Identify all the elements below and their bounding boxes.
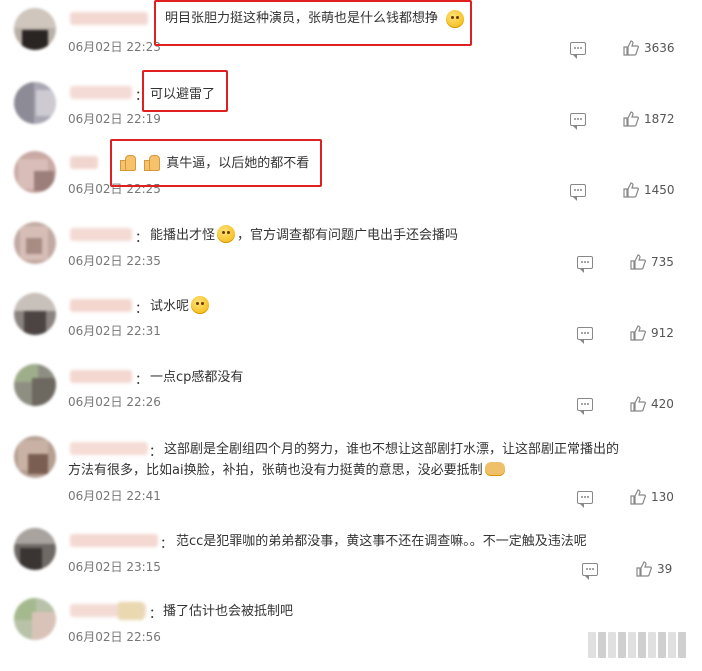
comment-time: 06月02日 23:15	[68, 560, 161, 574]
like-count: 3636	[644, 41, 675, 55]
avatar[interactable]	[14, 436, 56, 478]
comment-time: 06月02日 22:19	[68, 112, 161, 126]
like-count: 912	[651, 326, 674, 340]
like-count: 39	[657, 562, 673, 576]
comment-time: 06月02日 22:23	[68, 40, 161, 54]
highlight-box	[142, 70, 228, 112]
thumbs-up-icon[interactable]	[630, 489, 646, 505]
username[interactable]	[70, 12, 148, 25]
thumbs-up-icon[interactable]	[623, 182, 639, 198]
thumbs-up-icon[interactable]	[630, 325, 646, 341]
comment-text-content: 能播出才怪	[150, 228, 216, 243]
highlight-box	[154, 0, 472, 46]
like-count: 1872	[644, 112, 675, 126]
avatar[interactable]	[14, 528, 56, 570]
username[interactable]	[70, 86, 132, 99]
reply-icon[interactable]	[582, 563, 598, 580]
comment-text: 这部剧是全剧组四个月的努力，谁也不想让这部剧打水漂，让这部剧正常播出的方法有很多…	[68, 439, 628, 481]
thumbs-up-icon[interactable]	[630, 396, 646, 412]
watermark-bar	[588, 632, 686, 658]
highlight-box	[110, 139, 322, 187]
username[interactable]	[70, 299, 132, 312]
thumbs-up-icon[interactable]	[636, 561, 652, 577]
comment-text-content-2: ，官方调查都有问题广电出手还会播吗	[237, 228, 459, 243]
avatar[interactable]	[14, 293, 56, 335]
comment-text-content: 试水呢	[150, 299, 190, 314]
comment-text: 能播出才怪 ，官方调查都有问题广电出手还会播吗	[150, 225, 458, 246]
avatar[interactable]	[14, 364, 56, 406]
reply-icon[interactable]	[577, 491, 593, 508]
colon: ：	[135, 373, 149, 388]
reply-icon[interactable]	[570, 113, 586, 130]
handshake-emoji-icon	[484, 462, 505, 476]
yum-emoji-icon	[217, 225, 236, 243]
like-count: 1450	[644, 183, 675, 197]
comment-text-content: 这部剧是全剧组四个月的努力，谁也不想让这部剧打水漂，让这部剧正常播出的方法有很多…	[68, 442, 620, 478]
like-count: 735	[651, 255, 674, 269]
username[interactable]	[70, 534, 158, 547]
comment-text: 试水呢	[150, 296, 211, 317]
like-count: 420	[651, 397, 674, 411]
comment-text: 一点cp感都没有	[150, 370, 244, 385]
sweat-smile-emoji-icon	[191, 296, 210, 314]
comment-time: 06月02日 22:35	[68, 254, 161, 268]
like-count: 130	[651, 490, 674, 504]
reply-icon[interactable]	[570, 42, 586, 59]
reply-icon[interactable]	[577, 256, 593, 273]
comment-time: 06月02日 22:26	[68, 395, 161, 409]
avatar[interactable]	[14, 82, 56, 124]
thumbs-up-icon[interactable]	[623, 111, 639, 127]
comment-time: 06月02日 22:41	[68, 489, 161, 503]
colon: ：	[149, 607, 163, 622]
thumbs-up-icon[interactable]	[630, 254, 646, 270]
colon: ：	[135, 231, 149, 246]
avatar[interactable]	[14, 222, 56, 264]
username[interactable]	[70, 228, 132, 241]
comment-text: 播了估计也会被抵制吧	[163, 604, 294, 619]
avatar[interactable]	[14, 598, 56, 640]
thumbs-up-icon[interactable]	[623, 40, 639, 56]
username[interactable]	[70, 370, 132, 383]
comment-text: 范cc是犯罪咖的弟弟都没事，黄这事不还在调查嘛。。不一定触及违法呢	[176, 534, 587, 549]
comment-time: 06月02日 22:56	[68, 630, 161, 644]
avatar[interactable]	[14, 8, 56, 50]
reply-icon[interactable]	[577, 327, 593, 344]
comment-time: 06月02日 22:31	[68, 324, 161, 338]
reply-icon[interactable]	[577, 398, 593, 415]
colon: ：	[135, 302, 149, 317]
colon: ：	[160, 537, 174, 552]
avatar[interactable]	[14, 151, 56, 193]
reply-icon[interactable]	[570, 184, 586, 201]
username[interactable]	[70, 156, 98, 169]
username-tail	[118, 602, 144, 620]
